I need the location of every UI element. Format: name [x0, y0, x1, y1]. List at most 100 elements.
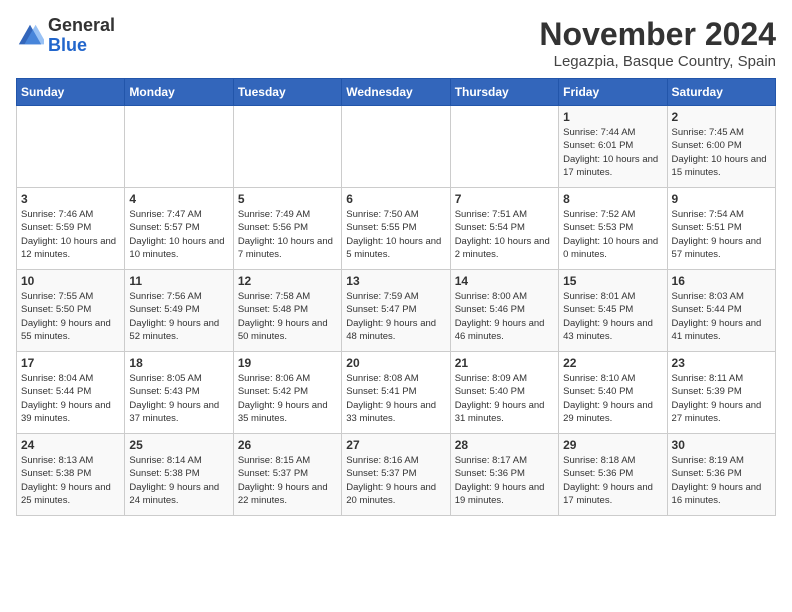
- calendar-cell: 13 Sunrise: 7:59 AM Sunset: 5:47 PM Dayli…: [342, 270, 450, 352]
- calendar-cell: 2 Sunrise: 7:45 AM Sunset: 6:00 PM Daylig…: [667, 106, 775, 188]
- day-info: Sunrise: 8:15 AM Sunset: 5:37 PM Dayligh…: [238, 454, 337, 507]
- day-number: 10: [21, 274, 120, 288]
- week-row-5: 24 Sunrise: 8:13 AM Sunset: 5:38 PM Dayli…: [17, 434, 776, 516]
- day-number: 12: [238, 274, 337, 288]
- day-number: 30: [672, 438, 771, 452]
- day-info: Sunrise: 8:03 AM Sunset: 5:44 PM Dayligh…: [672, 290, 771, 343]
- day-info: Sunrise: 8:08 AM Sunset: 5:41 PM Dayligh…: [346, 372, 445, 425]
- day-info: Sunrise: 7:45 AM Sunset: 6:00 PM Dayligh…: [672, 126, 771, 179]
- day-info: Sunrise: 7:52 AM Sunset: 5:53 PM Dayligh…: [563, 208, 662, 261]
- week-row-2: 3Sunrise: 7:46 AM Sunset: 5:59 PM Daylig…: [17, 188, 776, 270]
- day-info: Sunrise: 8:10 AM Sunset: 5:40 PM Dayligh…: [563, 372, 662, 425]
- calendar-cell: 18 Sunrise: 8:05 AM Sunset: 5:43 PM Dayli…: [125, 352, 233, 434]
- day-number: 20: [346, 356, 445, 370]
- day-info: Sunrise: 8:18 AM Sunset: 5:36 PM Dayligh…: [563, 454, 662, 507]
- day-info: Sunrise: 7:44 AM Sunset: 6:01 PM Dayligh…: [563, 126, 662, 179]
- calendar-title: November 2024: [539, 16, 776, 53]
- day-number: 15: [563, 274, 662, 288]
- title-area: November 2024 Legazpia, Basque Country, …: [539, 16, 776, 70]
- calendar-header: SundayMondayTuesdayWednesdayThursdayFrid…: [17, 79, 776, 106]
- day-info: Sunrise: 8:11 AM Sunset: 5:39 PM Dayligh…: [672, 372, 771, 425]
- day-info: Sunrise: 8:06 AM Sunset: 5:42 PM Dayligh…: [238, 372, 337, 425]
- day-info: Sunrise: 8:14 AM Sunset: 5:38 PM Dayligh…: [129, 454, 228, 507]
- day-info: Sunrise: 8:05 AM Sunset: 5:43 PM Dayligh…: [129, 372, 228, 425]
- header-day-tuesday: Tuesday: [233, 79, 341, 106]
- calendar-cell: 3Sunrise: 7:46 AM Sunset: 5:59 PM Daylig…: [17, 188, 125, 270]
- day-info: Sunrise: 8:09 AM Sunset: 5:40 PM Dayligh…: [455, 372, 554, 425]
- calendar-cell: 23Sunrise: 8:11 AM Sunset: 5:39 PM Dayli…: [667, 352, 775, 434]
- day-info: Sunrise: 7:47 AM Sunset: 5:57 PM Dayligh…: [129, 208, 228, 261]
- calendar-cell: 24 Sunrise: 8:13 AM Sunset: 5:38 PM Dayli…: [17, 434, 125, 516]
- day-info: Sunrise: 7:58 AM Sunset: 5:48 PM Dayligh…: [238, 290, 337, 343]
- day-number: 3: [21, 192, 120, 206]
- day-info: Sunrise: 7:50 AM Sunset: 5:55 PM Dayligh…: [346, 208, 445, 261]
- day-number: 7: [455, 192, 554, 206]
- day-info: Sunrise: 8:01 AM Sunset: 5:45 PM Dayligh…: [563, 290, 662, 343]
- calendar-cell: 22 Sunrise: 8:10 AM Sunset: 5:40 PM Dayli…: [559, 352, 667, 434]
- calendar-cell: [17, 106, 125, 188]
- calendar-cell: 10 Sunrise: 7:55 AM Sunset: 5:50 PM Dayli…: [17, 270, 125, 352]
- calendar-subtitle: Legazpia, Basque Country, Spain: [539, 53, 776, 70]
- day-number: 16: [672, 274, 771, 288]
- week-row-4: 17 Sunrise: 8:04 AM Sunset: 5:44 PM Dayli…: [17, 352, 776, 434]
- calendar-cell: [125, 106, 233, 188]
- calendar-cell: 21Sunrise: 8:09 AM Sunset: 5:40 PM Dayli…: [450, 352, 558, 434]
- calendar-cell: 28 Sunrise: 8:17 AM Sunset: 5:36 PM Dayli…: [450, 434, 558, 516]
- day-number: 29: [563, 438, 662, 452]
- day-info: Sunrise: 8:13 AM Sunset: 5:38 PM Dayligh…: [21, 454, 120, 507]
- day-info: Sunrise: 7:56 AM Sunset: 5:49 PM Dayligh…: [129, 290, 228, 343]
- day-info: Sunrise: 8:04 AM Sunset: 5:44 PM Dayligh…: [21, 372, 120, 425]
- day-number: 8: [563, 192, 662, 206]
- day-number: 19: [238, 356, 337, 370]
- day-number: 11: [129, 274, 228, 288]
- calendar-cell: [342, 106, 450, 188]
- calendar-cell: 26 Sunrise: 8:15 AM Sunset: 5:37 PM Dayli…: [233, 434, 341, 516]
- header-day-saturday: Saturday: [667, 79, 775, 106]
- day-info: Sunrise: 8:17 AM Sunset: 5:36 PM Dayligh…: [455, 454, 554, 507]
- day-number: 22: [563, 356, 662, 370]
- calendar-cell: 15 Sunrise: 8:01 AM Sunset: 5:45 PM Dayli…: [559, 270, 667, 352]
- day-info: Sunrise: 7:59 AM Sunset: 5:47 PM Dayligh…: [346, 290, 445, 343]
- calendar-cell: 16 Sunrise: 8:03 AM Sunset: 5:44 PM Dayli…: [667, 270, 775, 352]
- header-day-wednesday: Wednesday: [342, 79, 450, 106]
- day-number: 1: [563, 110, 662, 124]
- logo-icon: [16, 22, 44, 50]
- week-row-1: 1 Sunrise: 7:44 AM Sunset: 6:01 PM Daylig…: [17, 106, 776, 188]
- calendar-cell: 19 Sunrise: 8:06 AM Sunset: 5:42 PM Dayli…: [233, 352, 341, 434]
- day-number: 18: [129, 356, 228, 370]
- day-number: 27: [346, 438, 445, 452]
- calendar-cell: 27 Sunrise: 8:16 AM Sunset: 5:37 PM Dayli…: [342, 434, 450, 516]
- calendar-cell: 5Sunrise: 7:49 AM Sunset: 5:56 PM Daylig…: [233, 188, 341, 270]
- calendar-cell: 25Sunrise: 8:14 AM Sunset: 5:38 PM Dayli…: [125, 434, 233, 516]
- day-number: 2: [672, 110, 771, 124]
- day-info: Sunrise: 8:16 AM Sunset: 5:37 PM Dayligh…: [346, 454, 445, 507]
- day-info: Sunrise: 7:55 AM Sunset: 5:50 PM Dayligh…: [21, 290, 120, 343]
- day-number: 13: [346, 274, 445, 288]
- day-number: 17: [21, 356, 120, 370]
- day-number: 28: [455, 438, 554, 452]
- calendar-cell: 6Sunrise: 7:50 AM Sunset: 5:55 PM Daylig…: [342, 188, 450, 270]
- day-number: 5: [238, 192, 337, 206]
- page-header: General Blue November 2024 Legazpia, Bas…: [16, 16, 776, 70]
- header-day-monday: Monday: [125, 79, 233, 106]
- calendar-cell: 20 Sunrise: 8:08 AM Sunset: 5:41 PM Dayli…: [342, 352, 450, 434]
- calendar-cell: 1 Sunrise: 7:44 AM Sunset: 6:01 PM Daylig…: [559, 106, 667, 188]
- calendar-cell: 12 Sunrise: 7:58 AM Sunset: 5:48 PM Dayli…: [233, 270, 341, 352]
- week-row-3: 10 Sunrise: 7:55 AM Sunset: 5:50 PM Dayli…: [17, 270, 776, 352]
- calendar-cell: 14Sunrise: 8:00 AM Sunset: 5:46 PM Dayli…: [450, 270, 558, 352]
- header-day-thursday: Thursday: [450, 79, 558, 106]
- day-number: 26: [238, 438, 337, 452]
- calendar-body: 1 Sunrise: 7:44 AM Sunset: 6:01 PM Daylig…: [17, 106, 776, 516]
- day-number: 14: [455, 274, 554, 288]
- header-day-friday: Friday: [559, 79, 667, 106]
- header-day-sunday: Sunday: [17, 79, 125, 106]
- calendar-cell: 4Sunrise: 7:47 AM Sunset: 5:57 PM Daylig…: [125, 188, 233, 270]
- calendar-cell: 8 Sunrise: 7:52 AM Sunset: 5:53 PM Daylig…: [559, 188, 667, 270]
- logo-text: General Blue: [48, 16, 115, 56]
- day-info: Sunrise: 8:19 AM Sunset: 5:36 PM Dayligh…: [672, 454, 771, 507]
- header-row: SundayMondayTuesdayWednesdayThursdayFrid…: [17, 79, 776, 106]
- day-number: 24: [21, 438, 120, 452]
- day-number: 9: [672, 192, 771, 206]
- calendar-cell: [233, 106, 341, 188]
- day-info: Sunrise: 7:54 AM Sunset: 5:51 PM Dayligh…: [672, 208, 771, 261]
